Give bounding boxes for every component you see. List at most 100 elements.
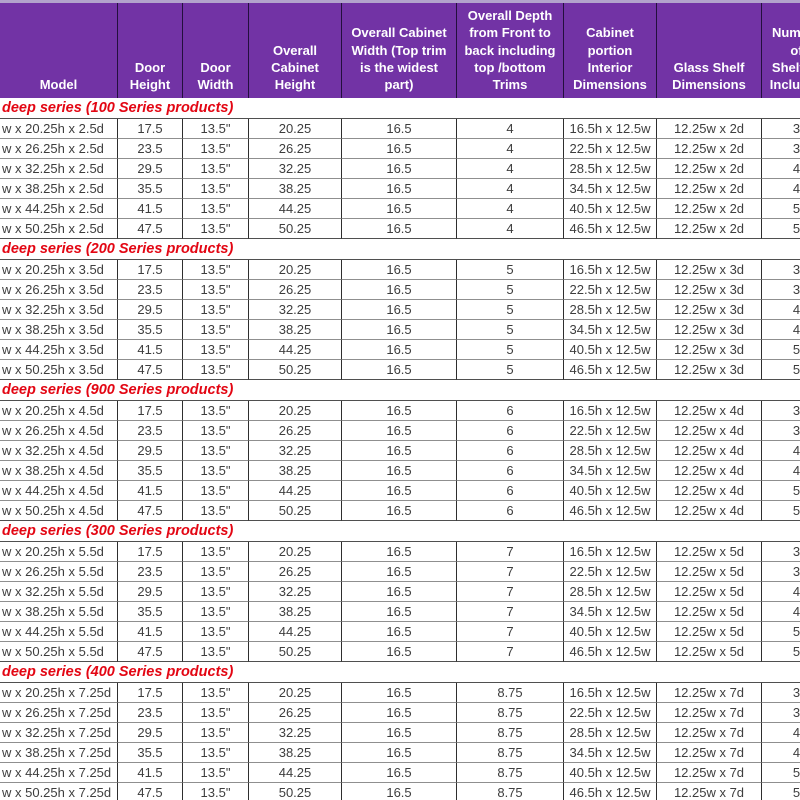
cell-num-shelves[interactable]: 4: [762, 602, 800, 622]
cell-model[interactable]: w x 50.25h x 7.25d: [0, 783, 118, 800]
cell-interior[interactable]: 40.5h x 12.5w: [564, 340, 657, 360]
cell-interior[interactable]: 22.5h x 12.5w: [564, 421, 657, 441]
cell-cabinet-width[interactable]: 16.5: [342, 421, 457, 441]
cell-num-shelves[interactable]: 5: [762, 501, 800, 521]
cell-num-shelves[interactable]: 5: [762, 340, 800, 360]
cell-interior[interactable]: 34.5h x 12.5w: [564, 602, 657, 622]
cell-num-shelves[interactable]: 5: [762, 763, 800, 783]
cell-num-shelves[interactable]: 5: [762, 481, 800, 501]
cell-cabinet-height[interactable]: 20.25: [249, 683, 342, 703]
cell-door-width[interactable]: 13.5": [183, 360, 249, 380]
cell-door-width[interactable]: 13.5": [183, 421, 249, 441]
cell-depth[interactable]: 8.75: [457, 743, 564, 763]
cell-model[interactable]: w x 20.25h x 2.5d: [0, 119, 118, 139]
cell-door-width[interactable]: 13.5": [183, 159, 249, 179]
cell-door-height[interactable]: 35.5: [118, 602, 183, 622]
cell-glass-shelf[interactable]: 12.25w x 7d: [657, 703, 762, 723]
cell-depth[interactable]: 6: [457, 401, 564, 421]
cell-num-shelves[interactable]: 5: [762, 622, 800, 642]
cell-num-shelves[interactable]: 4: [762, 582, 800, 602]
cell-glass-shelf[interactable]: 12.25w x 4d: [657, 461, 762, 481]
cell-door-height[interactable]: 23.5: [118, 421, 183, 441]
cell-model[interactable]: w x 20.25h x 7.25d: [0, 683, 118, 703]
cell-cabinet-height[interactable]: 44.25: [249, 481, 342, 501]
cell-depth[interactable]: 6: [457, 481, 564, 501]
cell-door-height[interactable]: 35.5: [118, 743, 183, 763]
cell-num-shelves[interactable]: 5: [762, 783, 800, 800]
cell-cabinet-width[interactable]: 16.5: [342, 199, 457, 219]
cell-door-width[interactable]: 13.5": [183, 260, 249, 280]
cell-interior[interactable]: 46.5h x 12.5w: [564, 783, 657, 800]
cell-num-shelves[interactable]: 3: [762, 119, 800, 139]
cell-door-height[interactable]: 29.5: [118, 441, 183, 461]
cell-model[interactable]: w x 38.25h x 4.5d: [0, 461, 118, 481]
cell-door-height[interactable]: 17.5: [118, 683, 183, 703]
cell-door-width[interactable]: 13.5": [183, 340, 249, 360]
cell-interior[interactable]: 28.5h x 12.5w: [564, 441, 657, 461]
cell-cabinet-width[interactable]: 16.5: [342, 179, 457, 199]
cell-cabinet-width[interactable]: 16.5: [342, 219, 457, 239]
cell-cabinet-height[interactable]: 20.25: [249, 119, 342, 139]
cell-door-height[interactable]: 17.5: [118, 542, 183, 562]
cell-cabinet-width[interactable]: 16.5: [342, 642, 457, 662]
cell-depth[interactable]: 4: [457, 159, 564, 179]
cell-cabinet-width[interactable]: 16.5: [342, 582, 457, 602]
column-header-depth[interactable]: Overall Depth from Front to back includi…: [457, 3, 564, 98]
cell-glass-shelf[interactable]: 12.25w x 7d: [657, 683, 762, 703]
cell-glass-shelf[interactable]: 12.25w x 3d: [657, 320, 762, 340]
cell-depth[interactable]: 6: [457, 461, 564, 481]
cell-cabinet-height[interactable]: 38.25: [249, 743, 342, 763]
cell-interior[interactable]: 28.5h x 12.5w: [564, 723, 657, 743]
cell-model[interactable]: w x 20.25h x 3.5d: [0, 260, 118, 280]
cell-cabinet-height[interactable]: 44.25: [249, 340, 342, 360]
cell-door-width[interactable]: 13.5": [183, 300, 249, 320]
cell-interior[interactable]: 46.5h x 12.5w: [564, 501, 657, 521]
cell-door-width[interactable]: 13.5": [183, 622, 249, 642]
cell-cabinet-height[interactable]: 44.25: [249, 199, 342, 219]
cell-door-height[interactable]: 17.5: [118, 119, 183, 139]
cell-glass-shelf[interactable]: 12.25w x 2d: [657, 199, 762, 219]
cell-depth[interactable]: 5: [457, 260, 564, 280]
cell-interior[interactable]: 22.5h x 12.5w: [564, 562, 657, 582]
cell-door-width[interactable]: 13.5": [183, 219, 249, 239]
cell-interior[interactable]: 28.5h x 12.5w: [564, 159, 657, 179]
cell-num-shelves[interactable]: 3: [762, 280, 800, 300]
cell-door-width[interactable]: 13.5": [183, 763, 249, 783]
cell-cabinet-width[interactable]: 16.5: [342, 340, 457, 360]
cell-door-height[interactable]: 35.5: [118, 179, 183, 199]
cell-door-width[interactable]: 13.5": [183, 199, 249, 219]
cell-depth[interactable]: 8.75: [457, 723, 564, 743]
cell-door-width[interactable]: 13.5": [183, 280, 249, 300]
cell-cabinet-height[interactable]: 20.25: [249, 401, 342, 421]
cell-depth[interactable]: 6: [457, 421, 564, 441]
cell-cabinet-height[interactable]: 38.25: [249, 602, 342, 622]
cell-door-height[interactable]: 35.5: [118, 461, 183, 481]
cell-door-width[interactable]: 13.5": [183, 683, 249, 703]
cell-model[interactable]: w x 26.25h x 7.25d: [0, 703, 118, 723]
cell-model[interactable]: w x 32.25h x 7.25d: [0, 723, 118, 743]
cell-model[interactable]: w x 38.25h x 7.25d: [0, 743, 118, 763]
cell-depth[interactable]: 5: [457, 300, 564, 320]
cell-glass-shelf[interactable]: 12.25w x 3d: [657, 300, 762, 320]
cell-model[interactable]: w x 26.25h x 4.5d: [0, 421, 118, 441]
cell-door-width[interactable]: 13.5": [183, 783, 249, 800]
cell-cabinet-width[interactable]: 16.5: [342, 622, 457, 642]
cell-model[interactable]: w x 20.25h x 5.5d: [0, 542, 118, 562]
cell-interior[interactable]: 34.5h x 12.5w: [564, 743, 657, 763]
cell-cabinet-width[interactable]: 16.5: [342, 562, 457, 582]
cell-door-width[interactable]: 13.5": [183, 320, 249, 340]
cell-num-shelves[interactable]: 3: [762, 542, 800, 562]
cell-interior[interactable]: 40.5h x 12.5w: [564, 481, 657, 501]
cell-model[interactable]: w x 26.25h x 2.5d: [0, 139, 118, 159]
cell-model[interactable]: w x 32.25h x 5.5d: [0, 582, 118, 602]
cell-num-shelves[interactable]: 4: [762, 441, 800, 461]
cell-interior[interactable]: 16.5h x 12.5w: [564, 683, 657, 703]
cell-glass-shelf[interactable]: 12.25w x 7d: [657, 763, 762, 783]
cell-model[interactable]: w x 50.25h x 3.5d: [0, 360, 118, 380]
cell-interior[interactable]: 46.5h x 12.5w: [564, 642, 657, 662]
cell-door-width[interactable]: 13.5": [183, 179, 249, 199]
cell-glass-shelf[interactable]: 12.25w x 5d: [657, 562, 762, 582]
cell-door-height[interactable]: 17.5: [118, 401, 183, 421]
cell-cabinet-width[interactable]: 16.5: [342, 320, 457, 340]
cell-cabinet-width[interactable]: 16.5: [342, 280, 457, 300]
